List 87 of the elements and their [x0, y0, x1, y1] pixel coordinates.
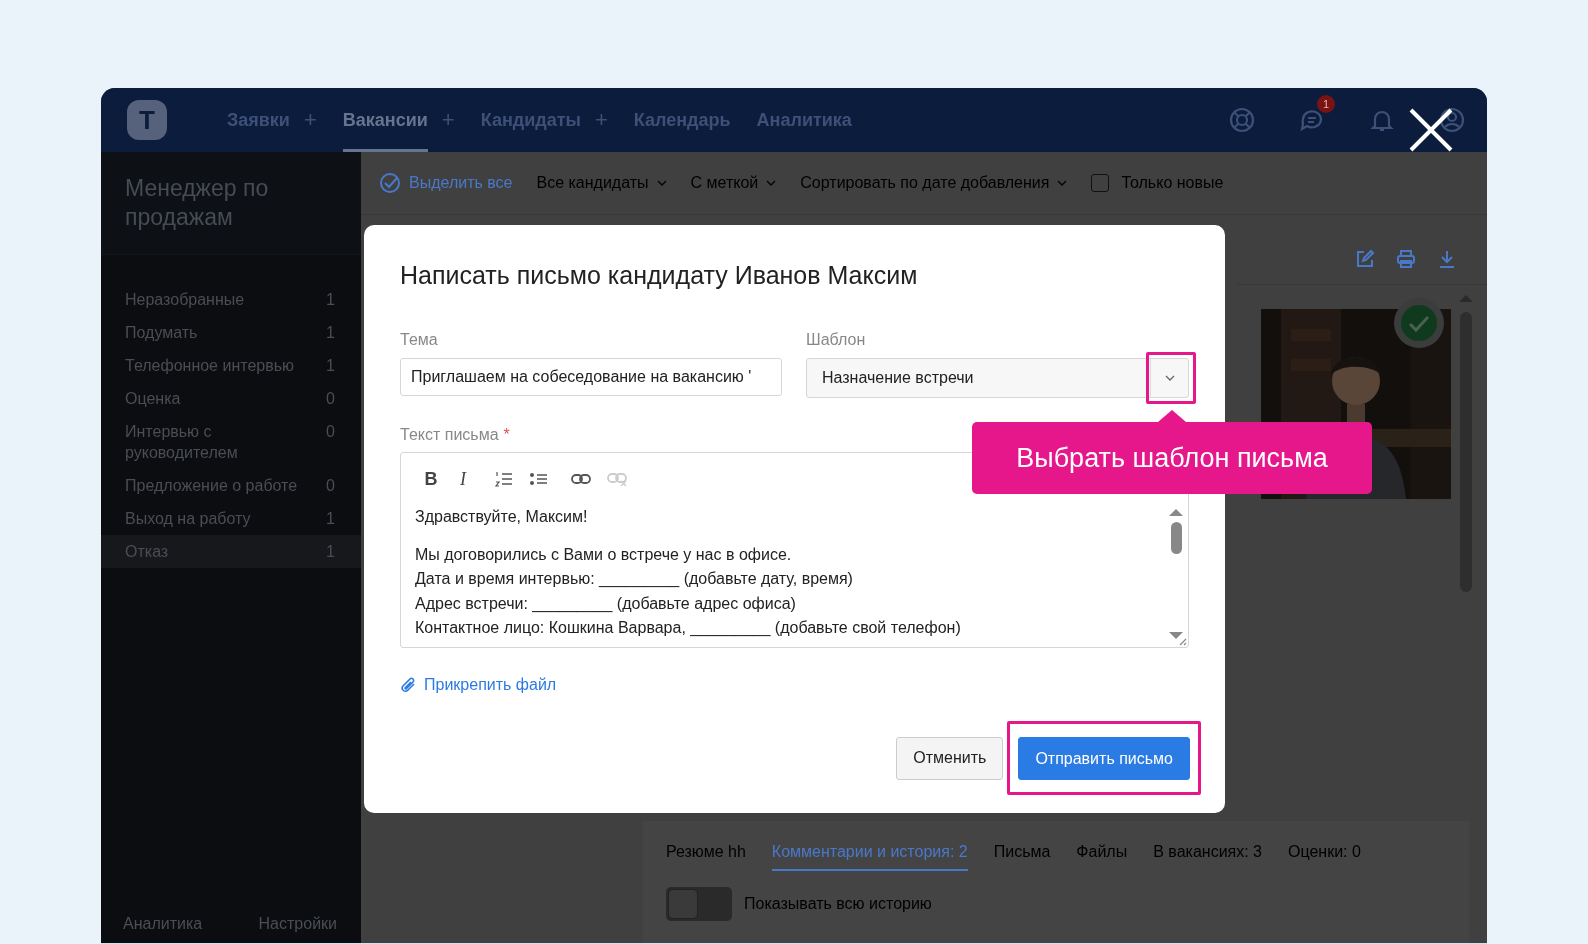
chat-icon[interactable] — [1299, 107, 1325, 133]
cancel-button[interactable]: Отменить — [896, 736, 1004, 780]
text-line: Здравствуйте, Максим! — [415, 507, 589, 527]
nav-tab[interactable]: Аналитика — [756, 88, 852, 152]
bulleted-list-icon[interactable] — [529, 471, 547, 487]
profile-tab[interactable]: Письма — [993, 843, 1051, 871]
caret-icon — [656, 180, 667, 186]
stage-label: Интервью с руководителем — [125, 422, 239, 463]
footer-link[interactable]: Настройки — [258, 915, 337, 933]
edit-icon[interactable] — [1355, 249, 1375, 269]
filter-dropdown[interactable]: С меткой — [690, 174, 777, 192]
profile-tab[interactable]: В вакансиях: 3 — [1153, 843, 1262, 871]
stage-label: Оценка — [125, 389, 181, 409]
required-mark: * — [503, 426, 510, 443]
profile-tab[interactable]: Резюме hh — [666, 843, 746, 871]
check-circle-icon — [379, 172, 401, 194]
bold-button[interactable]: B — [423, 468, 439, 490]
download-icon[interactable] — [1437, 249, 1457, 269]
dialog-title: Написать письмо кандидату Иванов Максим — [400, 260, 919, 291]
nav-tab[interactable]: Календарь — [633, 88, 731, 152]
user-icon[interactable] — [1439, 107, 1465, 133]
field-label: Шаблон — [806, 331, 867, 349]
close-icon[interactable] — [1407, 106, 1455, 154]
callout-tooltip: Выбрать шаблон письма — [972, 422, 1372, 494]
text-line: Адрес встречи: _________ (добавьте адрес офиса) — [415, 593, 797, 615]
numbered-list-icon[interactable] — [495, 471, 513, 487]
checkbox[interactable] — [1091, 174, 1110, 192]
stage-item[interactable]: Выход на работу 1 — [101, 502, 361, 535]
subject-field[interactable]: Приглашаем на собеседование на вакансию ' — [400, 358, 782, 396]
toggle-label: Показывать всю историю — [744, 895, 932, 913]
logo[interactable]: T — [127, 100, 167, 140]
send-button[interactable]: Отправить письмо — [1018, 737, 1190, 780]
stage-item[interactable]: Телефонное интервью 1 — [101, 349, 361, 382]
stage-item[interactable]: Отказ 1 — [101, 535, 361, 568]
field-label: Тема — [400, 331, 439, 349]
stage-item[interactable]: Подумать 1 — [101, 316, 361, 349]
unlink-icon[interactable] — [607, 472, 627, 486]
stage-item[interactable]: Неразобранные 1 — [101, 283, 361, 316]
profile-tab[interactable]: Файлы — [1076, 843, 1128, 871]
stage-label: Выход на работу — [125, 509, 251, 529]
stage-item[interactable]: Предложение о работе 0 — [101, 469, 361, 502]
stage-label: Предложение о работе — [125, 476, 298, 496]
profile-tab[interactable]: Комментарии и история: 2 — [771, 843, 968, 871]
caret-icon — [1164, 375, 1175, 381]
add-button[interactable]: + — [594, 107, 608, 133]
stage-count: 0 — [326, 476, 335, 496]
caret-icon — [766, 180, 777, 186]
stage-item[interactable]: Интервью с руководителем 0 — [101, 415, 361, 469]
filter-dropdown[interactable]: Все кандидаты — [536, 174, 667, 192]
field-label: Текст письма — [400, 426, 499, 443]
stage-count: 0 — [326, 422, 335, 442]
notification-badge: 1 — [1317, 95, 1335, 113]
italic-button[interactable]: I — [455, 468, 471, 490]
stage-count: 1 — [326, 323, 335, 343]
stage-count: 0 — [326, 389, 335, 409]
nav-tab[interactable]: Заявки — [227, 88, 290, 152]
footer-link[interactable]: Аналитика — [123, 915, 203, 933]
text-line: Мы договорились с Вами о встрече у нас в офисе. — [415, 544, 793, 565]
select-all-link[interactable]: Выделить все — [379, 172, 513, 194]
stage-item[interactable]: Оценка 0 — [101, 382, 361, 415]
add-button[interactable]: + — [441, 107, 455, 133]
text-line: Дата и время интервью: _________ (добавьте дату, время) — [415, 569, 854, 590]
help-icon[interactable] — [1229, 107, 1255, 133]
paperclip-icon — [400, 675, 418, 695]
nav-tab[interactable]: Кандидаты — [480, 88, 581, 152]
filter-dropdown[interactable]: Сортировать по дате добавления — [800, 174, 1068, 192]
text-line: Контактное лицо: Кошкина Варвара, _________ (добавьте свой телефон) — [415, 618, 962, 639]
link-icon[interactable] — [571, 473, 591, 485]
profile-tab[interactable]: Оценки: 0 — [1288, 843, 1361, 871]
stage-count: 1 — [326, 542, 335, 562]
template-dropdown[interactable]: Назначение встречи — [806, 358, 1189, 398]
stage-count: 1 — [326, 290, 335, 310]
checkbox-label: Только новые — [1121, 174, 1224, 192]
vacancy-title: Менеджер по продажам — [125, 174, 270, 232]
stage-label: Отказ — [125, 542, 169, 562]
caret-icon — [1057, 180, 1068, 186]
resize-grip-icon[interactable] — [1177, 636, 1187, 646]
attach-file-link[interactable]: Прикрепить файл — [400, 675, 557, 695]
stage-count: 1 — [326, 356, 335, 376]
stage-label: Подумать — [125, 323, 198, 343]
add-button[interactable]: + — [303, 107, 317, 133]
print-icon[interactable] — [1396, 249, 1416, 269]
stage-label: Неразобранные — [125, 290, 245, 310]
check-badge-icon — [1393, 297, 1445, 349]
stage-count: 1 — [326, 509, 335, 529]
toggle-switch[interactable] — [666, 887, 732, 921]
stage-label: Телефонное интервью — [125, 356, 294, 376]
